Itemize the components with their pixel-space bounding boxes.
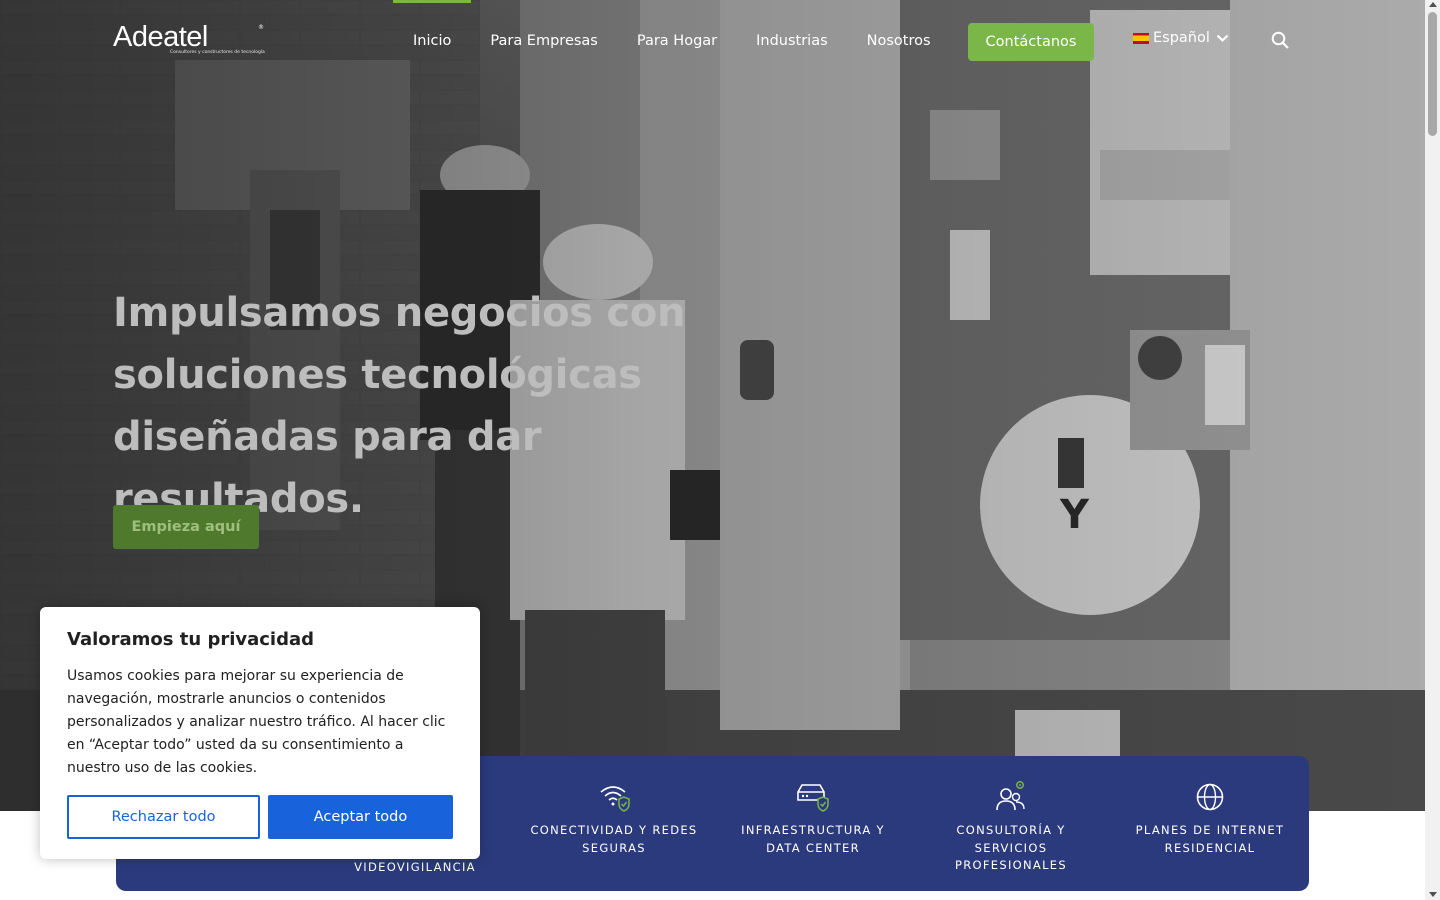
hero-cta-button[interactable]: Empieza aquí [113, 505, 259, 549]
service-label-line-2: DATA CENTER [766, 840, 860, 855]
service-consultoria[interactable]: CONSULTORÍA Y SERVICIOS PROFESIONALES [911, 756, 1111, 875]
nav-item-para-empresas[interactable]: Para Empresas [490, 0, 597, 82]
spain-flag-icon [1133, 32, 1149, 44]
service-label-line-2: RESIDENCIAL [1164, 840, 1256, 855]
service-label-line-1: INFRAESTRUCTURA Y [741, 823, 885, 837]
logo-wordmark: Adeatel [113, 21, 208, 53]
nav-item-para-hogar[interactable]: Para Hogar [637, 0, 717, 82]
team-gear-icon [996, 781, 1025, 811]
service-label-line-2: SERVICIOS [974, 840, 1048, 855]
page: Y Adeatel ® Consultor [0, 0, 1440, 900]
chevron-down-icon [1216, 34, 1229, 42]
scroll-down-arrow-icon[interactable] [1429, 892, 1437, 897]
brand-logo[interactable]: Adeatel ® Consultores y constructores de… [113, 21, 265, 58]
language-selector[interactable]: Español [1133, 30, 1229, 46]
hero-title-line-2: soluciones tecnológicas [113, 352, 642, 398]
secure-server-icon [797, 784, 829, 812]
page-scrollbar[interactable] [1425, 0, 1440, 900]
search-icon[interactable] [1271, 31, 1290, 50]
cookie-description: Usamos cookies para mejorar su experienc… [67, 668, 446, 776]
scrollbar-thumb[interactable] [1428, 12, 1437, 136]
language-label: Español [1153, 30, 1210, 46]
service-label-line-1: CONECTIVIDAD Y REDES [530, 823, 698, 837]
service-label-line-1: PLANES DE INTERNET [1135, 823, 1285, 837]
contact-button[interactable]: Contáctanos [968, 23, 1094, 61]
cookie-title: Valoramos tu privacidad [67, 629, 315, 650]
nav-item-nosotros[interactable]: Nosotros [867, 0, 931, 82]
scroll-up-arrow-icon[interactable] [1429, 2, 1437, 7]
service-internet-residencial[interactable]: PLANES DE INTERNET RESIDENCIAL [1110, 756, 1310, 857]
nav-item-industrias[interactable]: Industrias [756, 0, 828, 82]
reject-all-button[interactable]: Rechazar todo [67, 795, 260, 839]
hero-title-line-1: Impulsamos negocios con [113, 290, 686, 336]
globe-icon [1196, 783, 1224, 811]
logo-registered-mark: ® [258, 24, 264, 31]
accept-all-button[interactable]: Aceptar todo [268, 795, 453, 839]
service-label-line-2: VIDEOVIGILANCIA [354, 860, 476, 874]
service-label-line-3: PROFESIONALES [955, 858, 1067, 872]
service-label-line-1: CONSULTORÍA Y [956, 823, 1066, 837]
hero-title: Impulsamos negocios con soluciones tecno… [113, 282, 773, 530]
logo-tagline: Consultores y constructores de tecnologí… [170, 50, 265, 55]
service-conectividad[interactable]: CONECTIVIDAD Y REDES SEGURAS [514, 756, 714, 857]
secure-wifi-icon [600, 786, 630, 812]
service-label-line-2: SEGURAS [582, 840, 646, 855]
nav-item-inicio[interactable]: Inicio [392, 0, 472, 82]
main-nav: Inicio Para Empresas Para Hogar Industri… [392, 0, 970, 82]
service-infraestructura[interactable]: INFRAESTRUCTURA Y DATA CENTER [713, 756, 913, 857]
cookie-consent-dialog: Valoramos tu privacidad Usamos cookies p… [40, 607, 480, 859]
